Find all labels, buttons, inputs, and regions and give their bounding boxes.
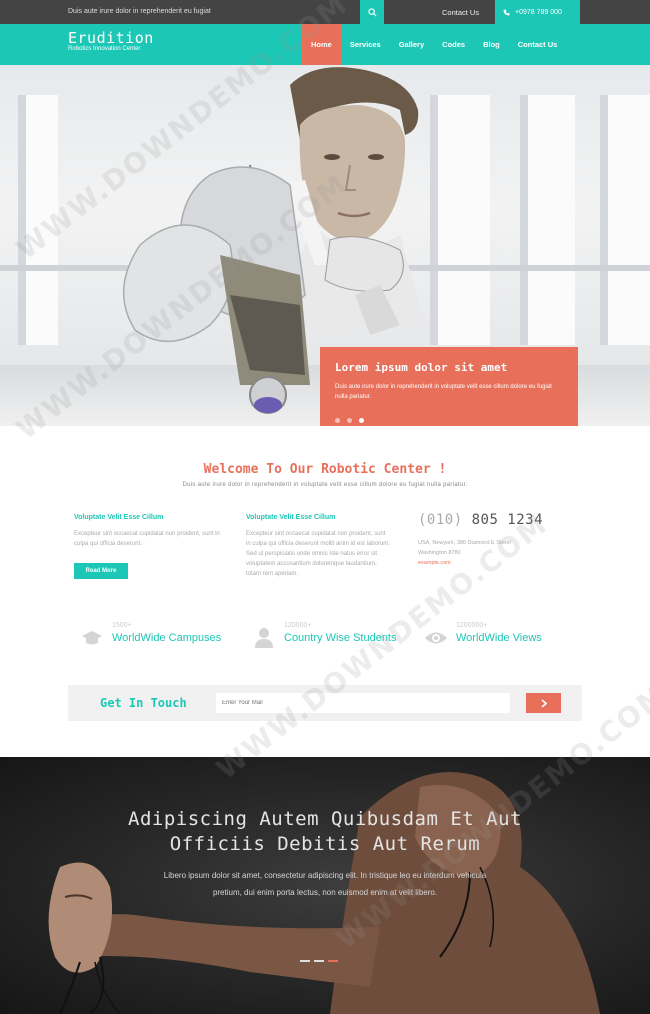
hero-slider: Lorem ipsum dolor sit amet Duis aute iru…: [0, 65, 650, 426]
welcome-subtitle: Duis aute irure dolor in reprehenderit i…: [182, 482, 468, 488]
main-nav: Home Services Gallery Codes Blog Contact…: [302, 24, 566, 65]
banner-slide-dots: [300, 960, 338, 962]
nav-codes[interactable]: Codes: [433, 24, 474, 65]
top-bar: Duis aute irure dolor in reprehenderit e…: [0, 0, 650, 24]
feature-2-text: Excepteur sint occaecat cupidatat non pr…: [246, 531, 390, 577]
search-icon: [367, 7, 377, 17]
stat-students: 120000+ Country Wise Students: [252, 622, 397, 650]
nav-services[interactable]: Services: [341, 24, 390, 65]
user-icon: [252, 626, 276, 650]
feature-2-title: Voluptate Velit Esse Cillum: [246, 514, 336, 521]
top-tagline: Duis aute irure dolor in reprehenderit e…: [68, 8, 211, 15]
top-phone-number: +0978 789 000: [515, 8, 562, 16]
feature-column-1: Voluptate Velit Esse Cillum Excepteur si…: [74, 514, 234, 549]
phone-number: 805 1234: [471, 512, 544, 528]
address: USA, Newyork, 386 Diamond E Street Washi…: [418, 538, 588, 558]
top-contact-link[interactable]: Contact Us: [442, 8, 479, 17]
logo-name: Erudition: [68, 29, 154, 47]
phone-area-code: (010): [418, 512, 463, 528]
background-window: [18, 95, 58, 345]
stat-views-number: 1200000+: [456, 622, 488, 629]
get-in-touch-title: Get In Touch: [100, 696, 187, 710]
get-in-touch-bar: Get In Touch: [68, 685, 582, 721]
nav-home[interactable]: Home: [302, 24, 341, 65]
banner-title: Adipiscing Autem Quibusdam Et Aut Offici…: [0, 807, 650, 857]
contact-email[interactable]: example.com: [418, 560, 588, 566]
stat-campuses-number: 1500+: [112, 622, 132, 629]
slide-dot[interactable]: [347, 418, 352, 423]
phone-icon: [503, 9, 510, 16]
hero-caption-text: Duis aute irure dolor in reprehenderit i…: [335, 384, 552, 400]
banner-dot[interactable]: [300, 960, 310, 962]
slide-dot-active[interactable]: [359, 418, 364, 423]
nav-blog[interactable]: Blog: [474, 24, 509, 65]
contact-phone: (010) 805 1234: [418, 512, 588, 528]
banner-title-line-2: Officiis Debitis Aut Rerum: [169, 833, 481, 855]
eye-icon: [424, 626, 448, 650]
feature-1-title: Voluptate Velit Esse Cillum: [74, 514, 164, 521]
email-input[interactable]: [216, 693, 510, 713]
feature-column-2: Voluptate Velit Esse Cillum Excepteur si…: [246, 514, 391, 579]
top-phone: +0978 789 000: [495, 0, 580, 24]
hero-caption-box: Lorem ipsum dolor sit amet Duis aute iru…: [320, 347, 578, 426]
banner-dot-active[interactable]: [328, 960, 338, 962]
feature-1-text: Excepteur sint occaecat cupidatat non pr…: [74, 531, 220, 547]
stat-campuses: 1500+ WorldWide Campuses: [80, 622, 221, 650]
banner-title-line-1: Adipiscing Autem Quibusdam Et Aut: [128, 808, 522, 830]
stat-students-number: 120000+: [284, 622, 312, 629]
search-button[interactable]: [360, 0, 384, 24]
hero-slide-dots: [335, 418, 364, 423]
welcome-title: Welcome To Our Robotic Center !: [203, 462, 447, 477]
graduation-cap-icon: [80, 626, 104, 650]
hero-caption-title: Lorem ipsum dolor sit amet: [335, 361, 508, 374]
banner-text: Libero ipsum dolor sit amet, consectetur…: [163, 871, 487, 897]
site-header: Erudition Robotics Innovation Center Hom…: [0, 24, 650, 65]
address-line-1: USA, Newyork, 386 Diamond E Street: [418, 540, 511, 546]
submit-email-button[interactable]: [526, 693, 561, 713]
nav-contact-us[interactable]: Contact Us: [509, 24, 567, 65]
stat-views: 1200000+ WorldWide Views: [424, 622, 542, 650]
background-window: [520, 95, 575, 345]
read-more-button[interactable]: Read More: [74, 563, 128, 579]
background-window: [430, 95, 490, 345]
address-line-2: Washington 8780: [418, 550, 461, 556]
stat-students-label: Country Wise Students: [284, 632, 397, 644]
banner-dot[interactable]: [314, 960, 324, 962]
background-window: [600, 95, 650, 345]
chevron-right-icon: [540, 698, 547, 708]
nav-gallery[interactable]: Gallery: [390, 24, 433, 65]
slide-dot[interactable]: [335, 418, 340, 423]
contact-info: (010) 805 1234 USA, Newyork, 386 Diamond…: [418, 512, 588, 566]
stat-campuses-label: WorldWide Campuses: [112, 632, 222, 644]
site-logo[interactable]: Erudition Robotics Innovation Center: [68, 29, 154, 53]
stat-views-label: WorldWide Views: [456, 632, 542, 644]
parallax-banner: Adipiscing Autem Quibusdam Et Aut Offici…: [0, 757, 650, 1014]
